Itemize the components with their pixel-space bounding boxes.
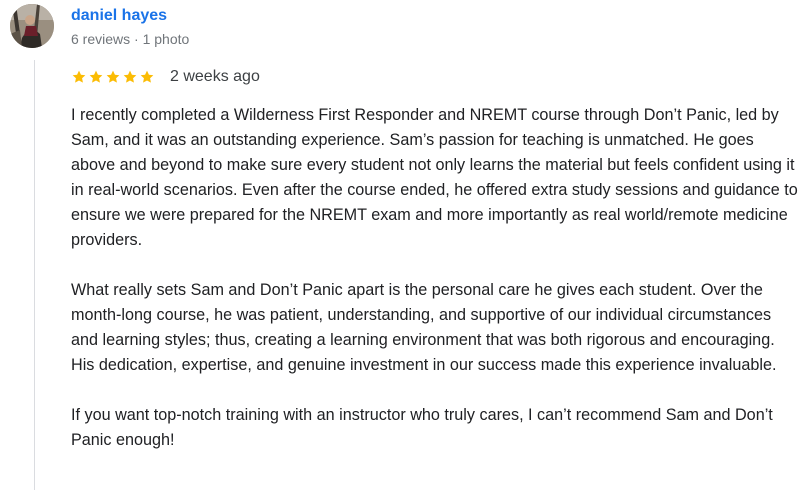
reviewer-name[interactable]: daniel hayes <box>71 7 167 25</box>
review-paragraph: If you want top-notch training with an i… <box>71 406 773 449</box>
reviewer-stats: 6 reviews · 1 photo <box>71 31 190 47</box>
review-text: I recently completed a Wilderness First … <box>71 103 801 453</box>
star-icon <box>72 70 86 83</box>
review-thread-line <box>34 60 35 490</box>
review-paragraph: What really sets Sam and Don’t Panic apa… <box>71 281 777 374</box>
star-icon <box>123 70 137 83</box>
reviewer-avatar[interactable] <box>10 4 54 48</box>
star-icon <box>89 70 103 83</box>
star-icon <box>140 70 154 83</box>
star-rating <box>71 69 155 85</box>
rating-row: 2 weeks ago <box>71 66 260 88</box>
review-paragraph: I recently completed a Wilderness First … <box>71 106 798 249</box>
star-icon <box>106 70 120 83</box>
review-date: 2 weeks ago <box>170 68 260 85</box>
